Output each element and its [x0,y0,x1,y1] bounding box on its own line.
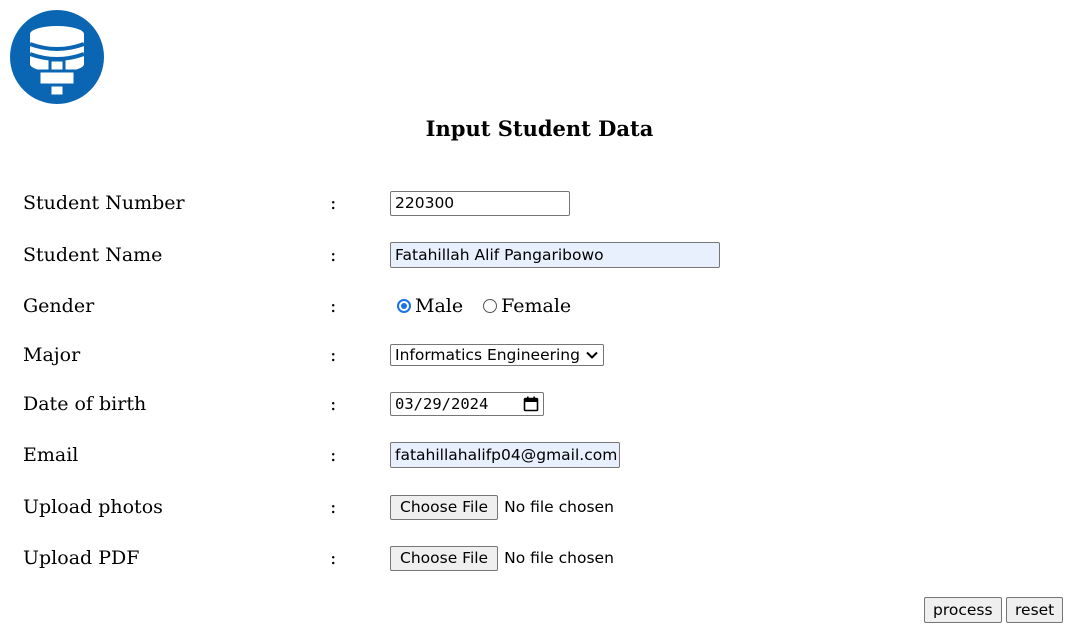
reset-button[interactable]: reset [1006,597,1064,623]
date-of-birth-input[interactable]: 03/29/2024 [390,392,544,416]
colon: : [330,244,337,266]
upload-pdf-status: No file chosen [504,549,614,567]
database-plus-icon [10,10,104,104]
student-number-input[interactable]: 220300 [390,190,570,216]
student-name-input[interactable]: Fatahillah Alif Pangaribowo [390,242,720,268]
email-field[interactable]: fatahillahalifp04@gmail.com [390,442,620,468]
date-of-birth-value: 03/29/2024 [395,395,489,413]
form-row-student-number: Student Number : 220300 [0,188,1079,218]
gender-male-label: Male [415,295,464,317]
form-row-major: Major : Informatics Engineering [0,340,1079,370]
student-number-value: 220300 [395,194,455,212]
gender-female-radio[interactable] [483,299,498,313]
form-row-upload-photos: Upload photos : Choose File No file chos… [0,492,1079,522]
major-label: Major [23,344,81,366]
page: Input Student Data Student Number : 2203… [0,0,1079,640]
major-select[interactable]: Informatics Engineering [390,344,604,366]
student-number-label: Student Number [23,192,185,214]
form-row-email: Email : fatahillahalifp04@gmail.com [0,440,1079,470]
process-button[interactable]: process [924,597,1002,623]
chevron-down-icon [586,351,598,359]
form-row-gender: Gender : Male Female [0,291,1079,321]
gender-female-label: Female [501,295,572,317]
student-name-label: Student Name [23,244,163,266]
major-selected-value: Informatics Engineering [395,346,580,364]
upload-photos-choose-file-button[interactable]: Choose File [390,494,499,520]
colon: : [330,547,337,569]
gender-male-radio[interactable] [397,299,411,313]
upload-photos-status: No file chosen [504,498,614,516]
student-name-value: Fatahillah Alif Pangaribowo [395,246,604,264]
colon: : [330,192,337,214]
colon: : [330,444,337,466]
colon: : [330,344,337,366]
date-of-birth-label: Date of birth [23,393,147,415]
email-value: fatahillahalifp04@gmail.com [395,446,618,464]
page-title: Input Student Data [425,116,654,141]
upload-pdf-choose-file-button[interactable]: Choose File [390,545,499,571]
form-row-date-of-birth: Date of birth : 03/29/2024 [0,389,1079,419]
form-row-upload-pdf: Upload PDF : Choose File No file chosen [0,543,1079,573]
upload-photos-label: Upload photos [23,496,163,518]
colon: : [330,393,337,415]
colon: : [330,496,337,518]
form-row-student-name: Student Name : Fatahillah Alif Pangaribo… [0,240,1079,270]
gender-label: Gender [23,295,95,317]
calendar-icon[interactable] [523,396,539,412]
colon: : [330,295,337,317]
upload-pdf-label: Upload PDF [23,547,140,569]
email-label: Email [23,444,79,466]
